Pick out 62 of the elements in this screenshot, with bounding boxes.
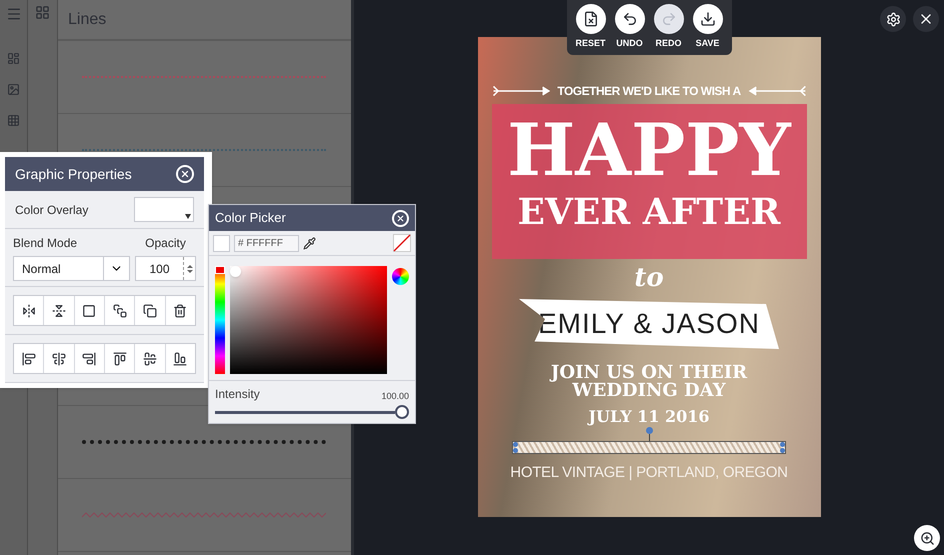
- color-wheel-icon[interactable]: [392, 268, 410, 285]
- no-color-icon[interactable]: [393, 234, 411, 252]
- opacity-field[interactable]: 100: [135, 256, 196, 281]
- field-label: Blend Mode: [13, 235, 78, 252]
- close-icon: [396, 214, 405, 222]
- align-top-icon: [112, 352, 127, 366]
- poster-headline: HAPPY: [507, 110, 791, 190]
- close-button[interactable]: [392, 210, 409, 226]
- poster-date: JULY 11 2016: [588, 407, 710, 427]
- field-label: Opacity: [145, 235, 186, 252]
- align-right-icon: [82, 352, 96, 366]
- undo-icon: [622, 11, 638, 27]
- poster-subhead: EVER AFTER: [518, 190, 780, 234]
- zoom-in-icon: [920, 530, 934, 546]
- settings-icon: [886, 12, 900, 26]
- color-swatch[interactable]: [134, 197, 194, 222]
- duplicate-icon: [142, 304, 157, 318]
- hex-field[interactable]: # FFFFFF: [234, 234, 299, 252]
- poster-invite: JOIN US ON THEIR: [550, 365, 748, 381]
- poster-tagline: TOGETHER WE'D LIKE TO WISH A: [557, 83, 741, 100]
- align-left-icon: [22, 352, 36, 366]
- dropdown-icon: [185, 214, 191, 219]
- align-center-icon: [52, 352, 66, 366]
- hue-marker[interactable]: [215, 266, 225, 274]
- poster-venue: HOTEL VINTAGE | PORTLAND, OREGON: [510, 463, 788, 483]
- flip-horizontal-icon: [22, 304, 36, 318]
- panel-title: Graphic Properties: [15, 164, 132, 184]
- bring-forward-icon: [82, 304, 96, 318]
- picker-thumb[interactable]: [230, 266, 241, 277]
- settings-button[interactable]: [880, 6, 906, 32]
- align-bottom-icon: [173, 352, 188, 366]
- rotate-handle[interactable]: [646, 427, 652, 441]
- flip-vertical-icon: [52, 304, 66, 318]
- blend-mode-select[interactable]: Normal: [13, 256, 130, 281]
- panel-title: Color Picker: [215, 209, 286, 228]
- zoom-button[interactable]: [914, 525, 940, 551]
- field-label: Intensity: [215, 386, 260, 403]
- panel-title: Lines: [68, 10, 106, 30]
- close-button[interactable]: [176, 165, 194, 183]
- color-swatch[interactable]: [213, 234, 230, 252]
- intensity-slider[interactable]: [215, 405, 409, 419]
- stepper-icon[interactable]: [186, 264, 192, 274]
- saturation-picker[interactable]: [230, 266, 388, 374]
- file-x-icon: [582, 11, 598, 27]
- selected-chevron-band[interactable]: [512, 441, 786, 454]
- arrow-drawing: [746, 84, 806, 98]
- download-icon: [700, 11, 716, 27]
- field-label: Color Overlay: [15, 202, 88, 218]
- hue-slider[interactable]: [215, 266, 225, 374]
- poster-names: EMILY & JASON: [538, 307, 760, 341]
- close-icon: [180, 169, 190, 179]
- intensity-value: 100.00: [381, 390, 409, 402]
- poster-to: to: [634, 263, 664, 293]
- eyedropper-icon[interactable]: [303, 236, 316, 250]
- redo-icon: [660, 11, 676, 27]
- arrow-drawing: [492, 84, 552, 98]
- send-backward-icon: [112, 304, 127, 318]
- slider-thumb[interactable]: [395, 405, 409, 419]
- close-button[interactable]: [913, 6, 939, 32]
- poster-invite: WEDDING DAY: [572, 381, 726, 401]
- align-middle-icon: [142, 352, 157, 366]
- trash-icon: [173, 304, 188, 318]
